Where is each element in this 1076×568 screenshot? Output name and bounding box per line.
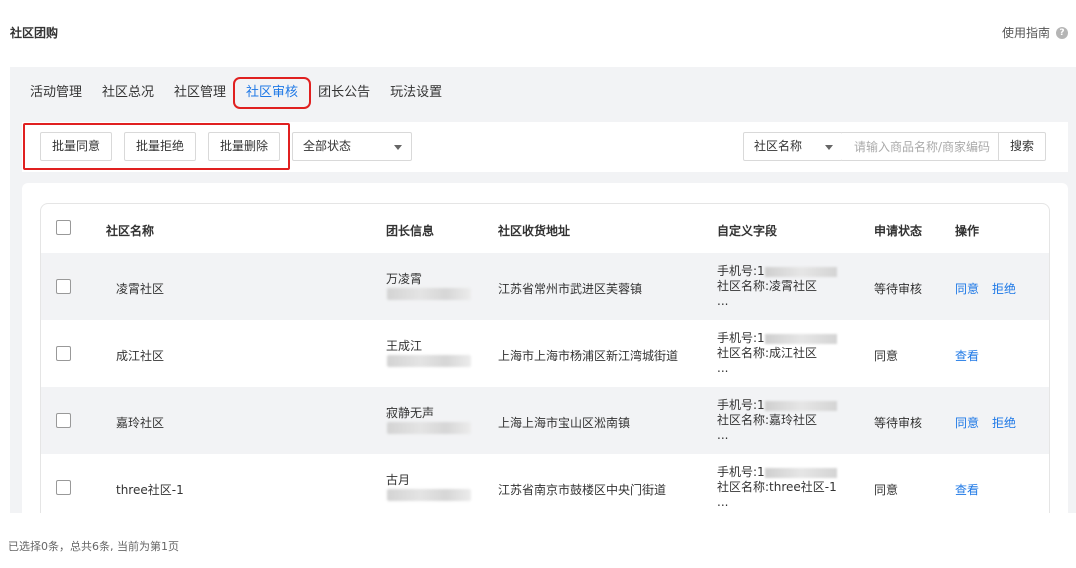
custom-ellipsis: ... — [717, 294, 729, 308]
custom-community-name: 社区名称:成江社区 — [717, 346, 818, 360]
header-custom: 自定义字段 — [717, 224, 778, 238]
tab-leader-announcement[interactable]: 团长公告 — [310, 82, 378, 104]
chevron-down-icon — [394, 145, 402, 150]
community-name: 凌霄社区 — [116, 282, 165, 296]
address: 上海市上海市杨浦区新江湾城街道 — [498, 349, 679, 363]
custom-fields: 手机号:1 社区名称:three社区-1 ... — [717, 465, 837, 510]
view-link[interactable]: 查看 — [955, 481, 979, 498]
bulk-approve-button[interactable]: 批量同意 — [40, 132, 113, 161]
row-checkbox[interactable] — [56, 279, 71, 294]
leader-phone-redacted — [387, 489, 471, 501]
table-card: 社区名称 团长信息 社区收货地址 自定义字段 申请状态 操作 凌霄社区 万凌霄 … — [22, 183, 1068, 568]
phone-redacted — [764, 333, 837, 344]
question-circle-icon[interactable]: ? — [1056, 26, 1068, 39]
tab-community-review[interactable]: 社区审核 — [233, 77, 312, 109]
address: 上海上海市宝山区淞南镇 — [498, 416, 631, 430]
custom-community-name: 社区名称:three社区-1 — [717, 480, 837, 494]
main-panel: 活动管理 社区总况 社区管理 社区审核 团长公告 玩法设置 批量同意 批量拒绝 … — [10, 67, 1076, 568]
row-checkbox[interactable] — [56, 413, 71, 428]
tab-gameplay-settings[interactable]: 玩法设置 — [382, 82, 450, 104]
toolbar: 批量同意 批量拒绝 批量删除 全部状态 社区名称 搜索 — [22, 122, 1068, 172]
tab-community-overview[interactable]: 社区总况 — [94, 82, 162, 104]
custom-fields: 手机号:1 社区名称:嘉玲社区 ... — [717, 398, 837, 443]
tab-community-management[interactable]: 社区管理 — [166, 82, 234, 104]
custom-fields: 手机号:1 社区名称:凌霄社区 ... — [717, 264, 837, 309]
reject-link[interactable]: 拒绝 — [992, 280, 1016, 297]
custom-community-name: 社区名称:凌霄社区 — [717, 279, 818, 293]
search-field-value: 社区名称 — [754, 139, 803, 153]
usage-guide-label: 使用指南 — [1001, 26, 1050, 40]
phone-label: 手机号:1 — [717, 264, 765, 278]
leader-name: 王成江 — [386, 339, 423, 353]
search-button[interactable]: 搜索 — [998, 132, 1047, 161]
table-row: 凌霄社区 万凌霄 江苏省常州市武进区芙蓉镇 手机号:1 社区名称:凌霄社区 ..… — [41, 253, 1049, 320]
phone-label: 手机号:1 — [717, 398, 765, 412]
phone-redacted — [764, 400, 837, 411]
header-community: 社区名称 — [106, 224, 155, 238]
header-leader: 团长信息 — [386, 224, 435, 238]
table-row: three社区-1 古月 江苏省南京市鼓楼区中央门街道 手机号:1 社区名称:t… — [41, 454, 1049, 521]
leader-name: 古月 — [386, 473, 411, 487]
status-filter-value: 全部状态 — [303, 139, 352, 153]
page-title: 社区团购 — [10, 26, 59, 40]
approve-link[interactable]: 同意 — [955, 280, 979, 297]
leader-phone-redacted — [387, 422, 471, 434]
status-filter-select[interactable]: 全部状态 — [292, 132, 412, 161]
phone-redacted — [764, 266, 837, 277]
custom-fields: 手机号:1 社区名称:成江社区 ... — [717, 331, 837, 376]
address: 江苏省常州市武进区芙蓉镇 — [498, 282, 643, 296]
leader-phone-redacted — [387, 288, 471, 300]
header-address: 社区收货地址 — [498, 224, 571, 238]
leader-name: 寂静无声 — [386, 406, 435, 420]
custom-ellipsis: ... — [717, 495, 729, 509]
custom-ellipsis: ... — [717, 361, 729, 375]
phone-label: 手机号:1 — [717, 465, 765, 479]
community-name: 嘉玲社区 — [116, 416, 165, 430]
status-text: 等待审核 — [874, 282, 923, 296]
row-checkbox[interactable] — [56, 480, 71, 495]
phone-redacted — [764, 467, 837, 478]
reject-link[interactable]: 拒绝 — [992, 414, 1016, 431]
community-name: 成江社区 — [116, 349, 165, 363]
community-name: three社区-1 — [116, 483, 184, 497]
status-text: 同意 — [874, 349, 899, 363]
chevron-down-icon — [825, 145, 833, 150]
bulk-reject-button[interactable]: 批量拒绝 — [124, 132, 197, 161]
phone-label: 手机号:1 — [717, 331, 765, 345]
leader-phone-redacted — [387, 355, 471, 367]
approve-link[interactable]: 同意 — [955, 414, 979, 431]
search-field-select[interactable]: 社区名称 — [743, 132, 843, 161]
status-text: 等待审核 — [874, 416, 923, 430]
table-row: 成江社区 王成江 上海市上海市杨浦区新江湾城街道 手机号:1 社区名称:成江社区… — [41, 320, 1049, 387]
selection-summary: 已选择0条，总共6条, 当前为第1页 — [8, 540, 179, 553]
custom-community-name: 社区名称:嘉玲社区 — [717, 413, 818, 427]
tab-activity-management[interactable]: 活动管理 — [30, 82, 90, 104]
bulk-delete-button[interactable]: 批量删除 — [208, 132, 281, 161]
table-header: 社区名称 团长信息 社区收货地址 自定义字段 申请状态 操作 — [41, 204, 1049, 253]
search-input[interactable] — [842, 132, 999, 161]
tab-bar: 活动管理 社区总况 社区管理 社区审核 团长公告 玩法设置 — [30, 77, 454, 109]
custom-ellipsis: ... — [717, 428, 729, 442]
row-checkbox[interactable] — [56, 346, 71, 361]
status-text: 同意 — [874, 483, 899, 497]
usage-guide-link[interactable]: 使用指南 ? — [1002, 24, 1068, 41]
view-link[interactable]: 查看 — [955, 347, 979, 364]
table-row: 嘉玲社区 寂静无声 上海上海市宝山区淞南镇 手机号:1 社区名称:嘉玲社区 ..… — [41, 387, 1049, 454]
address: 江苏省南京市鼓楼区中央门街道 — [498, 483, 667, 497]
select-all-checkbox[interactable] — [56, 220, 71, 235]
header-status: 申请状态 — [874, 224, 923, 238]
header-action: 操作 — [955, 224, 980, 238]
leader-name: 万凌霄 — [386, 272, 423, 286]
